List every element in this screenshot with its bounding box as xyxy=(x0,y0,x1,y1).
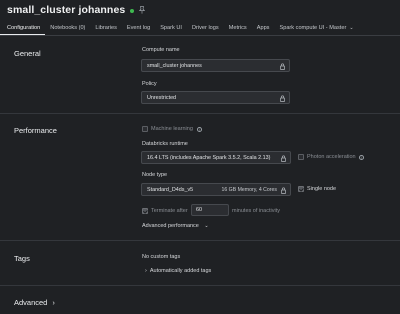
tab-driver-logs[interactable]: Driver logs xyxy=(187,21,224,35)
title-row: small_cluster johannes xyxy=(7,4,146,16)
divider xyxy=(0,240,400,241)
tab-configuration[interactable]: Configuration xyxy=(0,21,46,35)
tab-spark-compute-ui-label: Spark compute UI - Master xyxy=(279,25,347,31)
node-type-label: Node type xyxy=(142,172,168,178)
automatically-added-tags-toggle[interactable]: › Automatically added tags xyxy=(145,268,211,274)
node-type-value: Standard_D4ds_v5 xyxy=(147,186,194,193)
advanced-performance-label: Advanced performance xyxy=(142,223,199,229)
chevron-right-icon: › xyxy=(52,300,55,307)
terminate-label: Terminate after xyxy=(151,208,188,214)
node-type-specs: 16 GB Memory, 4 Cores xyxy=(221,186,277,193)
divider xyxy=(0,113,400,114)
section-tags-title: Tags xyxy=(14,254,30,263)
info-icon[interactable]: i xyxy=(197,126,202,132)
section-general-title: General xyxy=(14,49,41,58)
lock-icon xyxy=(281,187,286,194)
runtime-value: 16.4 LTS (includes Apache Spark 3.5.2, S… xyxy=(147,154,271,161)
policy-value: Unrestricted xyxy=(147,94,177,101)
lock-icon xyxy=(280,63,285,70)
page-title: small_cluster johannes xyxy=(7,4,126,16)
photon-acceleration-label: Photon acceleration xyxy=(307,154,356,160)
chevron-right-icon: › xyxy=(145,268,147,274)
terminate-minutes-input[interactable]: 60 xyxy=(191,204,229,216)
section-performance-title: Performance xyxy=(14,126,57,135)
header: small_cluster johannes Configuration Not… xyxy=(0,0,400,36)
machine-learning-label: Machine learning xyxy=(151,126,193,132)
policy-field[interactable]: Unrestricted xyxy=(141,91,290,104)
pin-icon[interactable] xyxy=(139,6,146,14)
compute-name-value: small_cluster johannes xyxy=(147,62,202,69)
terminate-checkbox[interactable] xyxy=(142,208,148,214)
tab-spark-ui[interactable]: Spark UI xyxy=(155,21,187,35)
single-node-checkbox[interactable] xyxy=(298,186,304,192)
tab-libraries[interactable]: Libraries xyxy=(90,21,121,35)
status-indicator xyxy=(130,8,135,13)
section-advanced-toggle[interactable]: Advanced › xyxy=(14,298,55,307)
automatically-added-tags-label: Automatically added tags xyxy=(149,268,212,274)
lock-icon xyxy=(281,155,286,162)
policy-label: Policy xyxy=(142,81,157,87)
machine-learning-checkbox[interactable] xyxy=(142,126,148,132)
terminate-minutes-value: 60 xyxy=(196,207,202,213)
terminate-suffix: minutes of inactivity xyxy=(232,208,280,214)
tab-bar: Configuration Notebooks (0) Libraries Ev… xyxy=(0,21,400,36)
tab-event-log[interactable]: Event log xyxy=(122,21,155,35)
tab-spark-compute-ui[interactable]: Spark compute UI - Master ⌄ xyxy=(274,21,358,35)
advanced-performance-toggle[interactable]: Advanced performance ⌄ xyxy=(142,223,209,229)
tab-metrics[interactable]: Metrics xyxy=(224,21,252,35)
compute-name-field[interactable]: small_cluster johannes xyxy=(141,59,290,72)
photon-acceleration-checkbox[interactable] xyxy=(298,154,304,160)
chevron-down-icon: ⌄ xyxy=(204,223,209,229)
compute-name-label: Compute name xyxy=(142,47,180,53)
single-node-label: Single node xyxy=(307,186,337,192)
chevron-down-icon: ⌄ xyxy=(349,25,354,31)
tab-notebooks[interactable]: Notebooks (0) xyxy=(45,21,90,35)
lock-icon xyxy=(280,95,285,102)
node-type-field[interactable]: Standard_D4ds_v5 16 GB Memory, 4 Cores xyxy=(141,183,291,196)
no-custom-tags-text: No custom tags xyxy=(142,254,181,260)
section-advanced-title: Advanced xyxy=(14,298,48,307)
info-icon[interactable]: i xyxy=(359,154,364,160)
runtime-field[interactable]: 16.4 LTS (includes Apache Spark 3.5.2, S… xyxy=(141,151,291,164)
divider xyxy=(0,285,400,286)
tab-apps[interactable]: Apps xyxy=(252,21,275,35)
runtime-label: Databricks runtime xyxy=(142,141,188,147)
